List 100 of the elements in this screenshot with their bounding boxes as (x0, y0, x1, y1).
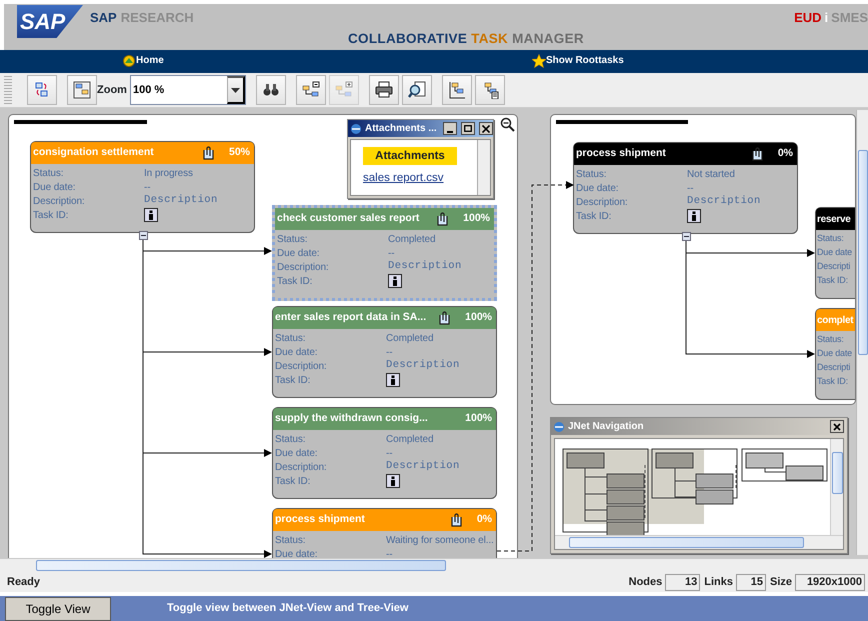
stat-label: Size (770, 574, 792, 590)
window-icon (350, 122, 362, 134)
scrollbar[interactable] (555, 535, 843, 549)
maximize-button[interactable] (461, 122, 475, 135)
info-icon[interactable] (386, 373, 400, 387)
field-label: Due date (817, 246, 853, 260)
info-icon[interactable] (687, 209, 701, 223)
layout-icon (73, 81, 91, 99)
star-icon (532, 54, 546, 68)
layout-button[interactable] (67, 75, 97, 105)
scrollbar[interactable] (830, 439, 843, 535)
collapse-icon[interactable] (682, 232, 691, 241)
nav-link[interactable]: Home (122, 53, 164, 68)
magnifier-icon (408, 81, 426, 99)
field-value: -- (144, 180, 150, 194)
partner-text: EUD (794, 10, 822, 25)
sap-logo: SAP (17, 5, 83, 38)
task-title: process shipment (576, 146, 667, 162)
field-label: Task ID: (576, 210, 612, 224)
task-node[interactable]: process shipment 0% Status: Not started Due date: -- Description: Description Task ID: (573, 142, 798, 234)
stat-label: Nodes (628, 574, 662, 590)
close-button[interactable] (479, 122, 493, 135)
field-label: Description: (277, 260, 330, 274)
close-icon (482, 124, 490, 132)
field-label: Description: (275, 460, 328, 474)
zoom-combobox[interactable]: 100 % (130, 75, 246, 105)
tree-button[interactable] (442, 75, 472, 105)
app-title: TASK (471, 31, 508, 46)
field-label: Due date: (275, 446, 318, 460)
maximize-icon (464, 125, 472, 132)
scrollbar[interactable] (0, 558, 868, 572)
stat-value: 1920x1000 (795, 574, 865, 590)
nav-link[interactable]: Show Roottasks (532, 53, 624, 68)
field-label: Due date: (576, 182, 620, 196)
field-value: Waiting for someone el... (386, 534, 494, 548)
field-label: Task ID: (277, 274, 314, 288)
window-icon (553, 420, 565, 432)
treedoc-button[interactable] (474, 75, 505, 105)
field-label: Due date: (277, 246, 320, 260)
field-value: Description (144, 193, 218, 208)
field-label: Due date (817, 347, 853, 360)
print-button[interactable] (368, 75, 399, 105)
swap-button[interactable] (27, 75, 57, 105)
paperclip-icon[interactable] (437, 311, 452, 325)
field-label: Due date: (275, 548, 318, 558)
close-icon (832, 422, 842, 432)
field-value: Completed (386, 432, 434, 446)
zoom-field[interactable]: 100 % (130, 76, 227, 104)
field-value: -- (386, 346, 392, 359)
info-icon[interactable] (386, 474, 400, 488)
field-value: Description (386, 459, 460, 474)
field-value: In progress (144, 166, 193, 180)
toggle-view-button[interactable]: Toggle View (5, 596, 111, 620)
task-node[interactable]: reserve Status: Due date Descripti Task ID: (815, 207, 855, 299)
scrollbar[interactable] (477, 140, 490, 195)
field-label: Task ID: (33, 208, 70, 222)
minimize-button[interactable] (443, 122, 457, 135)
attachment-link[interactable]: sales report.csv (363, 172, 444, 184)
caret-icon (230, 88, 240, 92)
info-icon[interactable] (388, 274, 402, 288)
paperclip-icon[interactable] (448, 513, 463, 527)
scrollbar[interactable] (856, 110, 868, 555)
hint-text: Toggle view between JNet-View and Tree-View (167, 601, 408, 616)
paperclip-icon[interactable] (435, 212, 450, 226)
field-label: Status: (275, 332, 306, 346)
field-label: Status: (275, 432, 306, 446)
field-label: Due date: (275, 346, 318, 360)
task-percent: 100% (463, 211, 490, 226)
info-icon[interactable] (144, 208, 158, 222)
app-title: MANAGER (512, 31, 584, 46)
paperclip-icon[interactable] (200, 146, 215, 160)
app-title: COLLABORATIVE (348, 31, 468, 46)
preview-button[interactable] (402, 75, 432, 105)
task-percent: 0% (778, 146, 793, 162)
field-value: Description (388, 259, 462, 274)
field-label: Status: (817, 232, 845, 246)
home-icon (122, 54, 136, 68)
field-value: Not started (687, 168, 735, 182)
task-title: process shipment (275, 512, 366, 528)
stat-value: 15 (736, 574, 766, 590)
field-value: -- (386, 548, 392, 558)
dropdown-button[interactable] (226, 76, 245, 104)
paperclip-icon[interactable] (750, 147, 764, 161)
collapse-icon[interactable] (139, 231, 148, 240)
field-label: Description: (576, 196, 629, 210)
field-label: Status: (275, 534, 306, 548)
task-title: check customer sales report (277, 211, 420, 226)
field-value: Description (687, 194, 761, 210)
find-button[interactable] (256, 75, 286, 105)
field-value: -- (687, 182, 694, 195)
task-percent: 0% (476, 512, 492, 528)
collapse-button[interactable] (296, 75, 326, 105)
field-label: Due date: (33, 180, 76, 194)
field-label: Descripti (817, 260, 852, 274)
task-percent: 100% (465, 411, 492, 426)
task-title: complet (817, 314, 854, 328)
task-title: consignation settlement (33, 145, 155, 160)
zoom-out-icon[interactable] (500, 117, 515, 132)
close-button[interactable] (830, 420, 844, 433)
collapse-tree-icon (302, 81, 320, 99)
